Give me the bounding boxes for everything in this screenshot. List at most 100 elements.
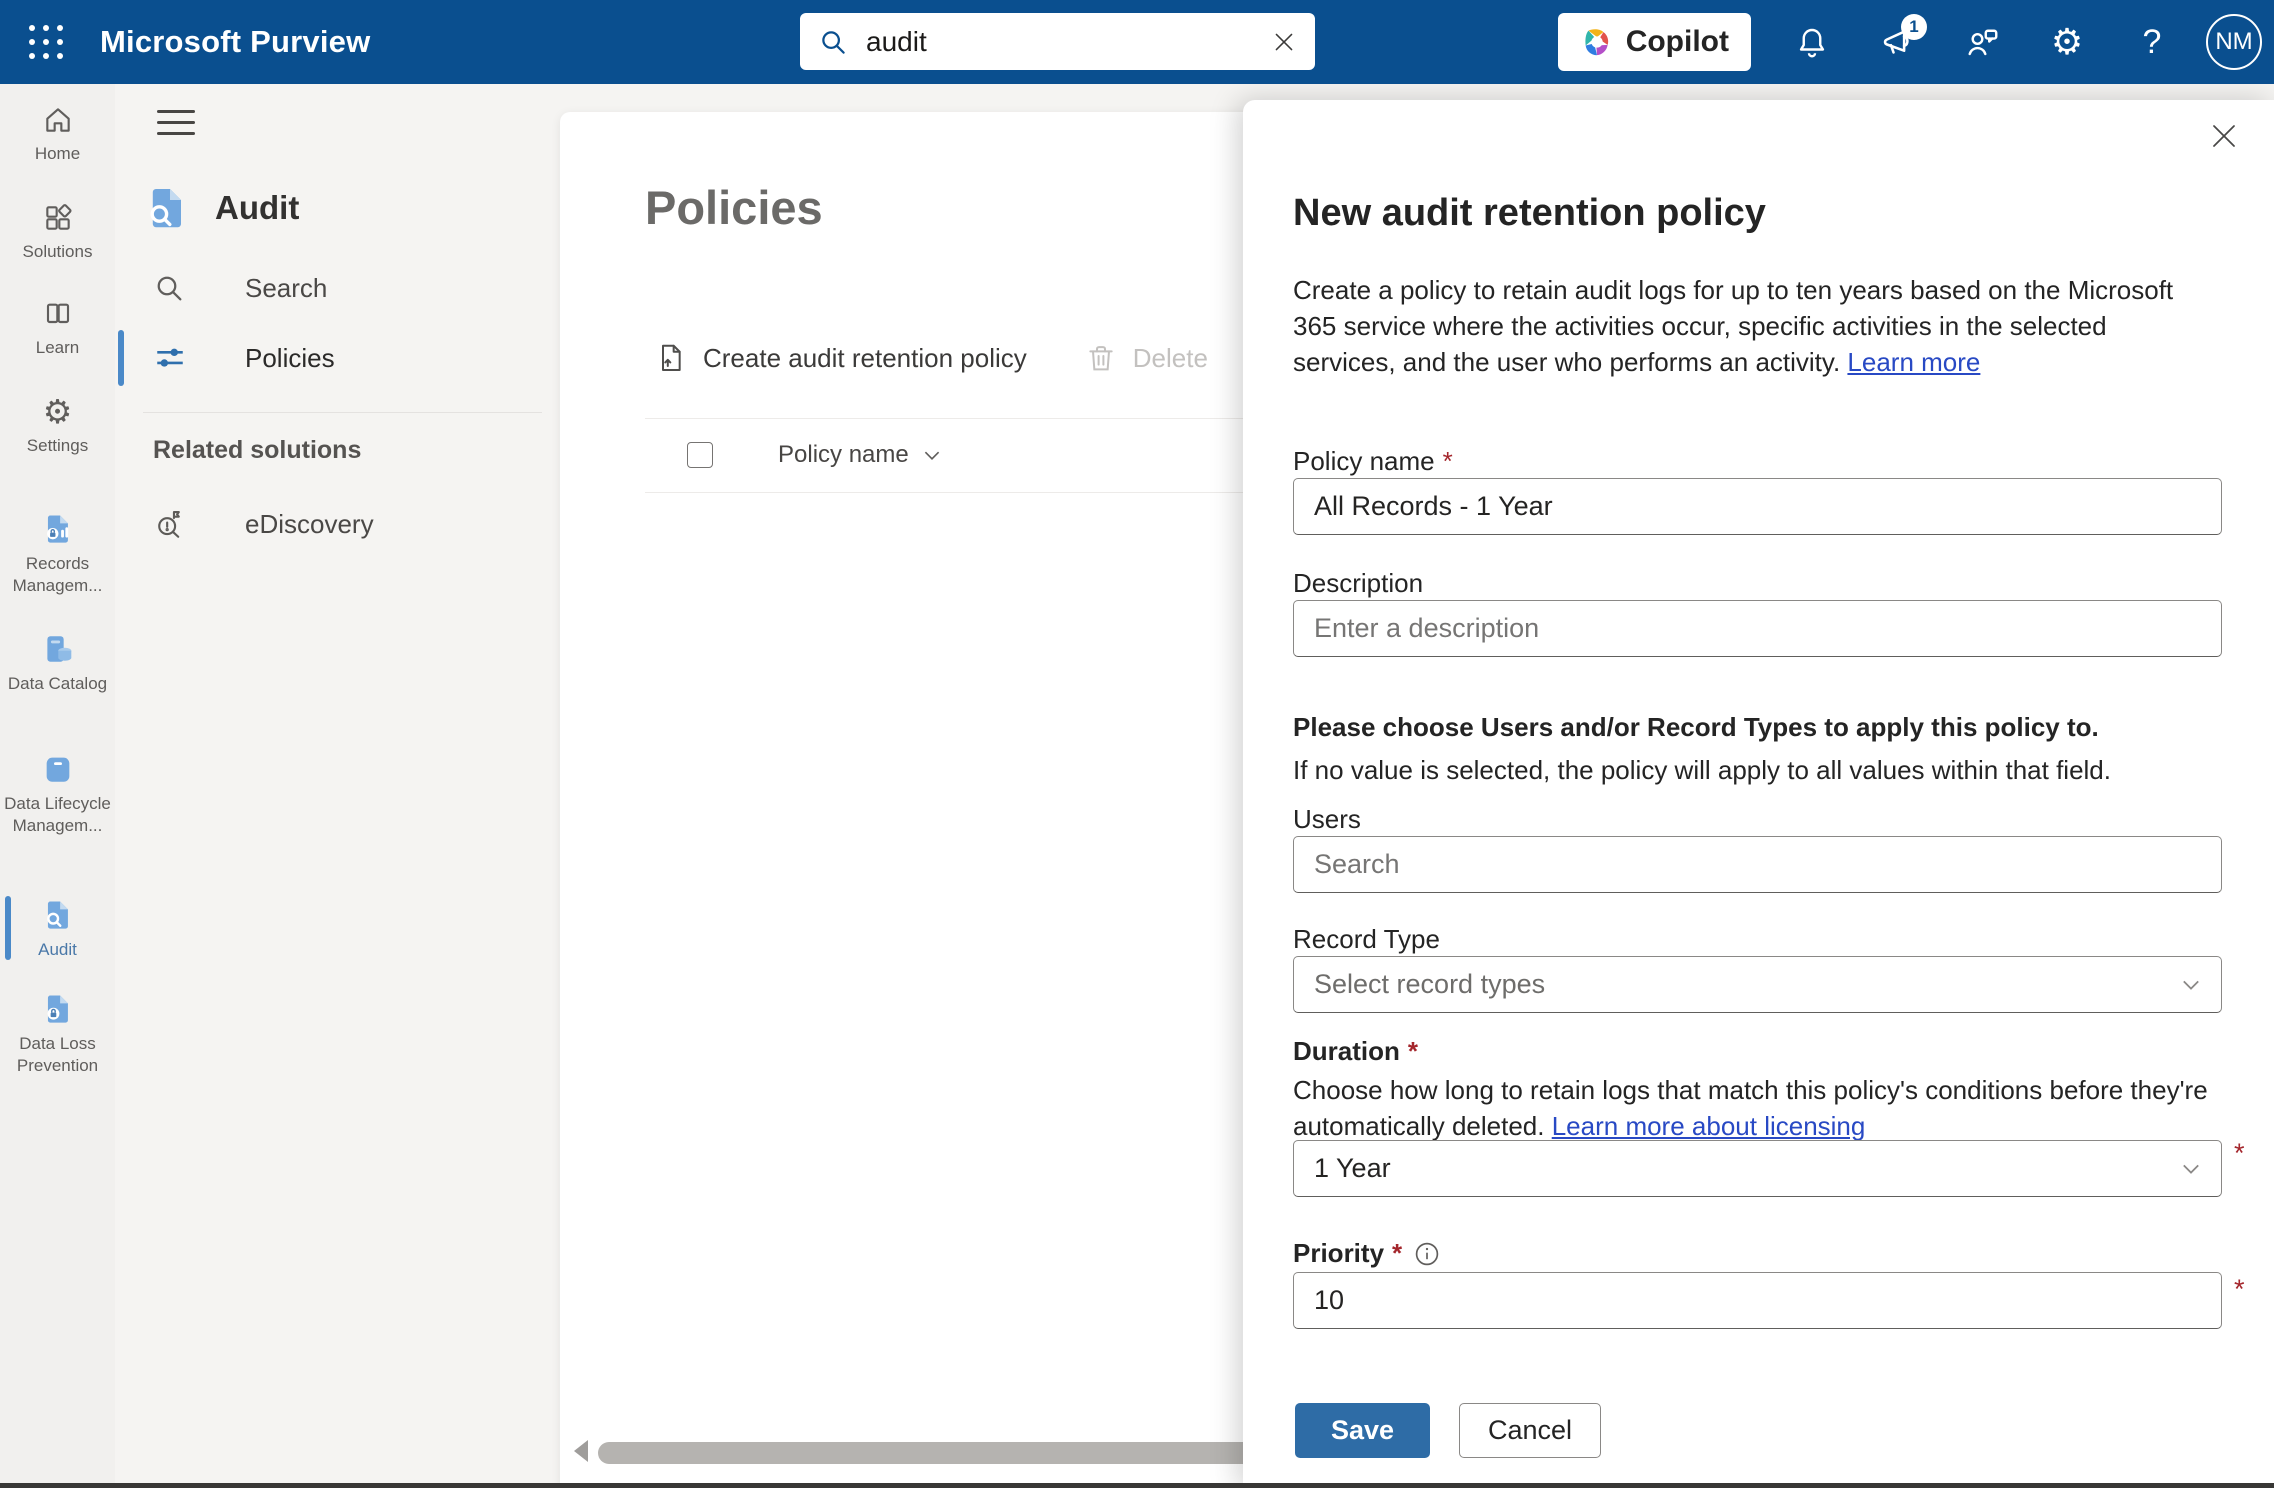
cancel-button[interactable]: Cancel <box>1459 1403 1601 1458</box>
toolbar: Create audit retention policy Delete <box>655 342 1208 374</box>
brand-title: Microsoft Purview <box>100 0 370 84</box>
window-bottom-edge <box>0 1483 2274 1488</box>
audit-icon <box>41 898 75 932</box>
topbar-actions: Copilot 1 <box>1558 0 2262 84</box>
chevron-down-icon <box>2181 1163 2201 1175</box>
gear-icon: ⚙ <box>43 396 73 428</box>
feedback-button[interactable] <box>1958 18 2006 66</box>
intro-text: Create a policy to retain audit logs for… <box>1293 275 2173 377</box>
nav-section-title: Audit <box>215 189 299 227</box>
create-audit-retention-policy-button[interactable]: Create audit retention policy <box>655 342 1027 374</box>
rail-item-home[interactable]: Home <box>0 104 115 165</box>
save-button[interactable]: Save <box>1295 1403 1430 1458</box>
duration-label: Duration * <box>1293 1036 1418 1067</box>
rail-label: Learn <box>32 337 83 359</box>
rail-item-solutions[interactable]: Solutions <box>0 202 115 263</box>
rail-item-data-loss-prevention[interactable]: Data Loss Prevention <box>0 992 115 1077</box>
users-search-input[interactable] <box>1293 836 2222 893</box>
delete-button-label: Delete <box>1133 343 1208 374</box>
horizontal-scrollbar[interactable] <box>598 1442 1263 1464</box>
nav-item-policies[interactable]: Policies <box>115 326 560 390</box>
rail-label: Home <box>31 143 84 165</box>
top-bar: Microsoft Purview <box>0 0 2274 84</box>
required-asterisk: * <box>1392 1238 1402 1268</box>
close-panel-button[interactable] <box>2204 116 2244 156</box>
search-icon <box>153 272 187 304</box>
rail-item-settings[interactable]: ⚙ Settings <box>0 396 115 457</box>
required-asterisk: * <box>1408 1036 1418 1066</box>
rail-label: Audit <box>34 939 81 961</box>
required-asterisk: * <box>2234 1274 2245 1305</box>
policy-name-label: Policy name* <box>1293 446 1453 477</box>
copilot-button[interactable]: Copilot <box>1558 13 1751 71</box>
nav-item-ediscovery[interactable]: eDiscovery <box>115 492 560 556</box>
duration-dropdown[interactable]: 1 Year <box>1293 1140 2222 1197</box>
page-title: Policies <box>645 180 823 235</box>
description-input[interactable] <box>1293 600 2222 657</box>
chevron-down-icon <box>923 450 941 461</box>
related-solutions-heading: Related solutions <box>153 436 361 465</box>
data-catalog-icon <box>41 632 75 666</box>
new-document-icon <box>655 342 687 374</box>
hamburger-menu-icon[interactable] <box>157 106 195 138</box>
label-text: Duration <box>1293 1036 1400 1066</box>
duration-value: 1 Year <box>1314 1153 2181 1184</box>
ediscovery-icon <box>153 507 187 541</box>
nav-item-label: Search <box>245 273 327 304</box>
chevron-down-icon <box>2181 979 2201 991</box>
rail-item-records-management[interactable]: Records Managem... <box>0 512 115 597</box>
notifications-button[interactable] <box>1788 18 1836 66</box>
rail-item-audit[interactable]: Audit <box>0 898 115 961</box>
label-text: Policy name <box>1293 446 1435 476</box>
description-label: Description <box>1293 568 1423 599</box>
data-lifecycle-icon <box>41 752 75 786</box>
home-icon <box>42 104 74 136</box>
avatar[interactable]: NM <box>2206 14 2262 70</box>
delete-button[interactable]: Delete <box>1085 342 1208 374</box>
column-label: Policy name <box>778 441 909 469</box>
feedback-icon <box>1964 24 2000 60</box>
info-icon[interactable] <box>1414 1241 1440 1267</box>
nav-section-audit[interactable]: Audit <box>143 184 299 232</box>
record-type-dropdown[interactable]: Select record types <box>1293 956 2222 1013</box>
rail-label: Solutions <box>19 241 97 263</box>
new-audit-retention-policy-panel: New audit retention policy Create a poli… <box>1243 100 2274 1488</box>
priority-input[interactable] <box>1293 1272 2222 1329</box>
nav-item-label: Policies <box>245 343 335 374</box>
announcements-button[interactable]: 1 <box>1873 18 1921 66</box>
app-launcher-icon[interactable] <box>26 22 66 62</box>
rail-item-data-lifecycle-management[interactable]: Data Lifecycle Managem... <box>0 752 115 837</box>
column-header-policy-name[interactable]: Policy name <box>778 441 941 469</box>
settings-button[interactable]: ⚙ <box>2043 18 2091 66</box>
search-input[interactable] <box>864 25 1271 59</box>
create-button-label: Create audit retention policy <box>703 343 1027 374</box>
nav-item-search[interactable]: Search <box>115 256 560 320</box>
announcements-badge: 1 <box>1901 14 1927 40</box>
rail-label: Data Loss Prevention <box>0 1033 115 1077</box>
search-clear-icon[interactable] <box>1271 29 1297 55</box>
choose-subtext: If no value is selected, the policy will… <box>1293 752 2213 788</box>
record-type-label: Record Type <box>1293 924 1440 955</box>
book-icon <box>42 298 74 330</box>
audit-icon <box>143 184 191 232</box>
rail-item-learn[interactable]: Learn <box>0 298 115 359</box>
help-icon: ? <box>2143 23 2162 62</box>
copilot-label: Copilot <box>1626 25 1729 59</box>
gear-icon: ⚙ <box>2051 24 2083 60</box>
duration-description: Choose how long to retain logs that matc… <box>1293 1072 2213 1144</box>
copilot-icon <box>1580 25 1614 59</box>
scroll-left-arrow[interactable] <box>574 1440 588 1462</box>
solutions-icon <box>42 202 74 234</box>
panel-title: New audit retention policy <box>1293 192 1766 235</box>
learn-more-link[interactable]: Learn more <box>1847 347 1980 377</box>
select-all-checkbox[interactable] <box>687 442 713 468</box>
left-rail: Home Solutions Learn ⚙ Settings <box>0 84 115 1488</box>
help-button[interactable]: ? <box>2128 18 2176 66</box>
global-search[interactable] <box>800 13 1315 70</box>
licensing-link[interactable]: Learn more about licensing <box>1552 1111 1866 1141</box>
rail-item-data-catalog[interactable]: Data Catalog <box>0 632 115 695</box>
nav-divider <box>143 412 542 413</box>
label-text: Priority* <box>1293 1238 1402 1269</box>
bell-icon <box>1794 24 1830 60</box>
policy-name-input[interactable] <box>1293 478 2222 535</box>
